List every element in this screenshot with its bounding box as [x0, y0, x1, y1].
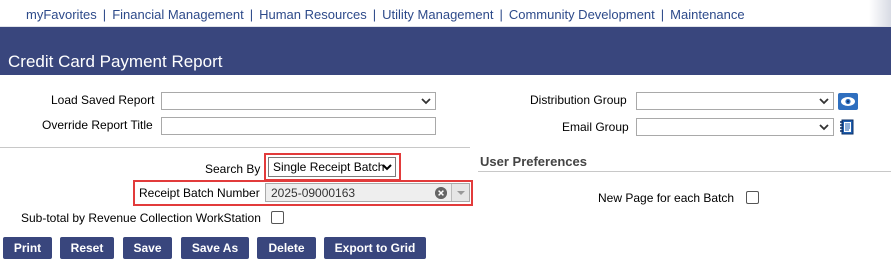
print-button[interactable]: Print	[3, 237, 52, 259]
override-title-label: Override Report Title	[42, 118, 153, 132]
chevron-down-icon	[819, 98, 829, 105]
search-by-value: Single Receipt Batch	[273, 160, 385, 174]
subtotal-checkbox[interactable]	[271, 211, 284, 224]
reset-button[interactable]: Reset	[60, 237, 114, 259]
nav-item-utility-management[interactable]: Utility Management	[382, 7, 493, 22]
load-saved-report-select[interactable]	[161, 92, 436, 110]
nav-separator: |	[249, 7, 254, 22]
nav-item-maintenance[interactable]: Maintenance	[670, 7, 744, 22]
chevron-down-icon	[382, 164, 392, 171]
receipt-batch-value: 2025-09000163	[271, 186, 356, 200]
nav-item-human-resources[interactable]: Human Resources	[259, 7, 367, 22]
nav-separator: |	[102, 7, 107, 22]
receipt-batch-combobox[interactable]: 2025-09000163	[265, 183, 470, 202]
search-by-label: Search By	[205, 162, 261, 176]
chevron-down-icon	[421, 98, 431, 105]
search-by-select[interactable]: Single Receipt Batch	[268, 157, 396, 177]
receipt-batch-label: Receipt Batch Number	[139, 186, 260, 200]
subtotal-label: Sub-total by Revenue Collection WorkStat…	[21, 211, 261, 225]
user-preferences-heading: User Preferences	[480, 154, 587, 169]
nav-scroll-shadow	[869, 0, 891, 27]
nav-item-financial-management[interactable]: Financial Management	[112, 7, 244, 22]
new-page-label: New Page for each Batch	[598, 191, 735, 205]
override-title-input[interactable]	[161, 117, 436, 135]
email-group-select[interactable]	[636, 118, 834, 136]
eye-icon	[841, 97, 855, 106]
caret-down-icon	[457, 191, 465, 195]
load-saved-report-label: Load Saved Report	[51, 93, 155, 107]
section-divider	[0, 147, 470, 148]
page-title: Credit Card Payment Report	[8, 52, 223, 71]
nav-separator: |	[372, 7, 377, 22]
top-nav: myFavorites | Financial Management | Hum…	[0, 0, 891, 27]
save-button[interactable]: Save	[123, 237, 172, 259]
address-book-icon[interactable]	[839, 119, 855, 136]
chevron-down-icon	[819, 124, 829, 131]
nav-separator: |	[660, 7, 665, 22]
email-group-label: Email Group	[562, 120, 629, 134]
nav-separator: |	[499, 7, 503, 22]
view-distribution-group-button[interactable]	[838, 93, 858, 110]
page-header: Credit Card Payment Report	[0, 27, 891, 75]
nav-item-myfavorites[interactable]: myFavorites	[26, 7, 97, 22]
distribution-group-label: Distribution Group	[530, 93, 627, 107]
top-nav-links: myFavorites | Financial Management | Hum…	[26, 7, 745, 22]
delete-button[interactable]: Delete	[257, 237, 316, 259]
new-page-checkbox[interactable]	[746, 191, 759, 204]
distribution-group-select[interactable]	[636, 92, 834, 110]
receipt-batch-dropdown-button[interactable]	[451, 184, 469, 201]
nav-item-community-development[interactable]: Community Development	[509, 7, 655, 22]
export-to-grid-button[interactable]: Export to Grid	[324, 237, 426, 259]
clear-icon[interactable]	[435, 187, 447, 199]
preferences-divider	[478, 171, 891, 172]
save-as-button[interactable]: Save As	[181, 237, 249, 259]
